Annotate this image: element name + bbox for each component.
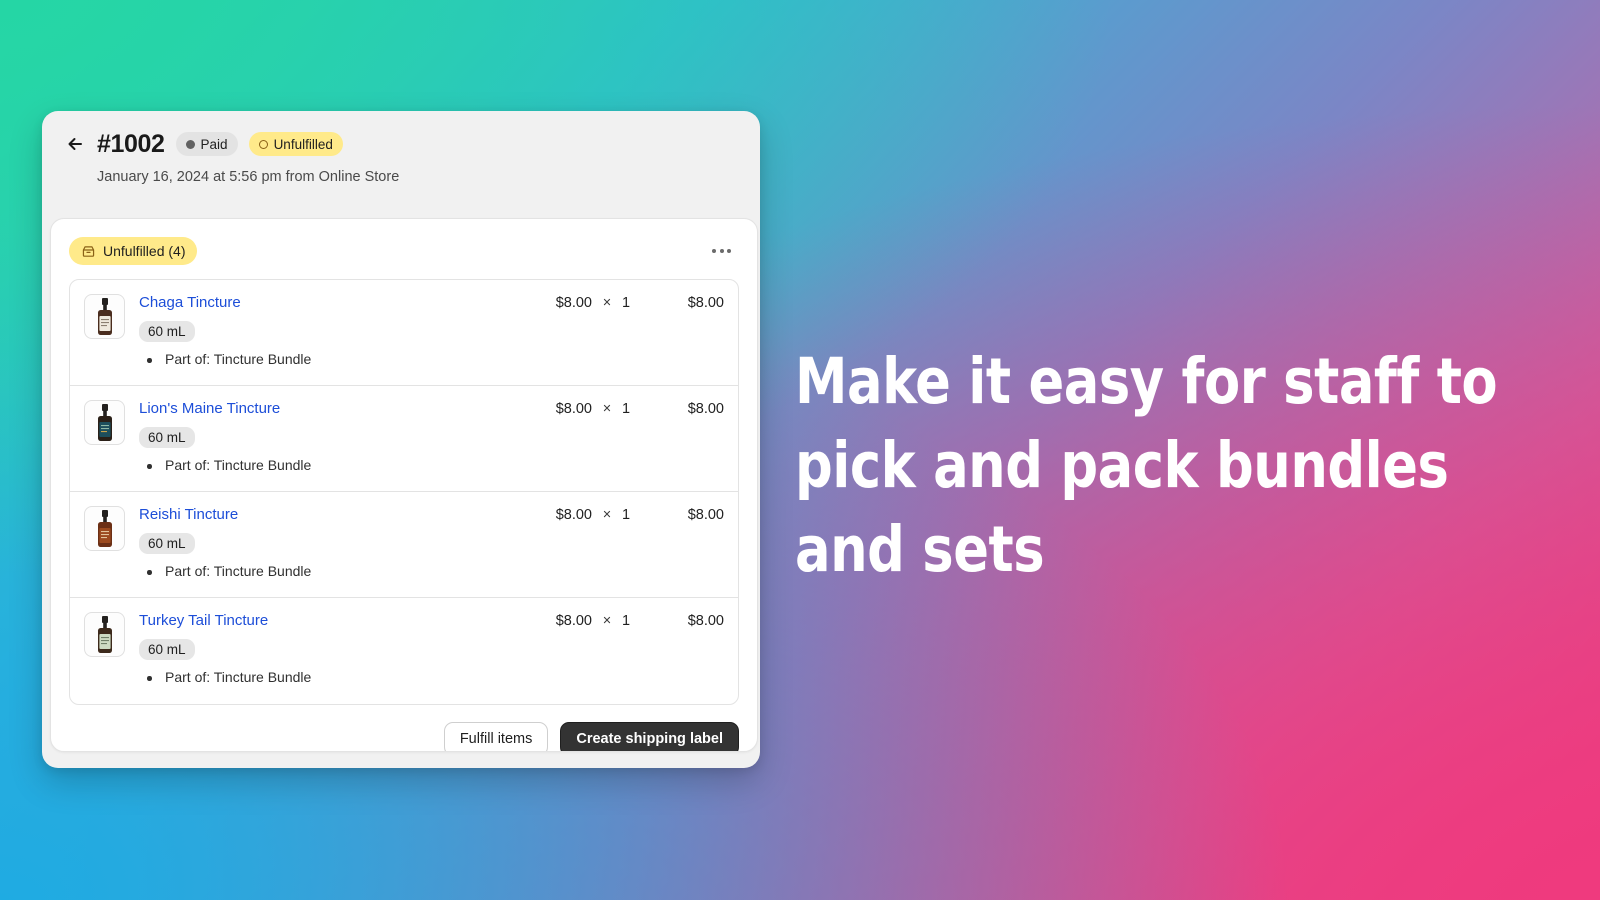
order-meta-text: January 16, 2024 at 5:56 pm from Online … [97, 169, 400, 185]
unit-price: $8.00 [555, 295, 592, 311]
variant-badge: 60 mL [139, 639, 195, 660]
variant-badge: 60 mL [139, 533, 195, 554]
promo-banner: #1002 Paid Unfulfilled January 16, 2024 … [0, 0, 1600, 900]
hollow-circle-icon [258, 139, 268, 149]
line-item-details: Lion's Maine Tincture 60 mL Part of: Tin… [125, 400, 530, 473]
multiply-symbol: × [602, 401, 612, 417]
back-arrow-icon[interactable] [64, 133, 86, 155]
status-badge-paid: Paid [175, 132, 238, 156]
table-row: Chaga Tincture 60 mL Part of: Tincture B… [70, 280, 738, 386]
line-total: $8.00 [687, 401, 724, 417]
line-item-pricing: $8.00 × 1 $8.00 [530, 612, 724, 629]
marketing-headline: Make it easy for staff to pick and pack … [795, 345, 1498, 586]
fulfillment-status-label: Unfulfilled (4) [103, 243, 186, 259]
multiply-symbol: × [602, 613, 612, 629]
fulfillment-card-header: Unfulfilled (4) [51, 219, 757, 265]
variant-badge: 60 mL [139, 427, 195, 448]
fulfill-items-button[interactable]: Fulfill items [443, 722, 549, 751]
line-total: $8.00 [687, 295, 724, 311]
quantity: 1 [622, 507, 631, 523]
status-badge-unfulfilled: Unfulfilled [248, 132, 343, 156]
multiply-symbol: × [602, 507, 612, 523]
create-shipping-label-button[interactable]: Create shipping label [560, 722, 739, 751]
line-item-details: Turkey Tail Tincture 60 mL Part of: Tinc… [125, 612, 530, 685]
package-icon [81, 244, 96, 259]
line-item-details: Reishi Tincture 60 mL Part of: Tincture … [125, 506, 530, 579]
product-thumbnail [84, 506, 125, 551]
line-item-details: Chaga Tincture 60 mL Part of: Tincture B… [125, 294, 530, 367]
fulfillment-actions: Fulfill items Create shipping label [51, 705, 757, 751]
table-row: Reishi Tincture 60 mL Part of: Tincture … [70, 492, 738, 598]
status-badge-unfulfilled-label: Unfulfilled [273, 136, 333, 152]
bundle-parent-note: Part of: Tincture Bundle [139, 351, 530, 367]
bundle-parent-note: Part of: Tincture Bundle [139, 669, 530, 685]
quantity: 1 [622, 401, 631, 417]
quantity: 1 [622, 613, 631, 629]
status-badge-paid-label: Paid [200, 136, 228, 152]
line-items-table: Chaga Tincture 60 mL Part of: Tincture B… [69, 279, 739, 705]
order-header: #1002 Paid Unfulfilled January 16, 2024 … [42, 111, 760, 215]
unit-price: $8.00 [555, 401, 592, 417]
kebab-menu-icon[interactable] [704, 243, 739, 259]
bundle-parent-note: Part of: Tincture Bundle [139, 457, 530, 473]
product-link[interactable]: Chaga Tincture [139, 294, 241, 312]
product-thumbnail [84, 612, 125, 657]
multiply-symbol: × [602, 295, 612, 311]
quantity: 1 [622, 295, 631, 311]
product-link[interactable]: Reishi Tincture [139, 506, 238, 524]
product-link[interactable]: Turkey Tail Tincture [139, 612, 268, 630]
table-row: Lion's Maine Tincture 60 mL Part of: Tin… [70, 386, 738, 492]
unit-price: $8.00 [555, 613, 592, 629]
page-title: #1002 [97, 129, 165, 158]
line-item-pricing: $8.00 × 1 $8.00 [530, 294, 724, 311]
bundle-parent-note: Part of: Tincture Bundle [139, 563, 530, 579]
variant-badge: 60 mL [139, 321, 195, 342]
product-thumbnail [84, 400, 125, 445]
table-row: Turkey Tail Tincture 60 mL Part of: Tinc… [70, 598, 738, 704]
fulfillment-status-badge: Unfulfilled (4) [69, 237, 198, 265]
order-title-row: #1002 Paid Unfulfilled [64, 127, 738, 161]
filled-dot-icon [185, 139, 195, 149]
product-link[interactable]: Lion's Maine Tincture [139, 400, 280, 418]
fulfillment-card: Unfulfilled (4) Chaga Tincture 60 mL Par… [50, 218, 758, 752]
line-total: $8.00 [687, 613, 724, 629]
unit-price: $8.00 [555, 507, 592, 523]
line-item-pricing: $8.00 × 1 $8.00 [530, 506, 724, 523]
product-thumbnail [84, 294, 125, 339]
line-item-pricing: $8.00 × 1 $8.00 [530, 400, 724, 417]
line-total: $8.00 [687, 507, 724, 523]
